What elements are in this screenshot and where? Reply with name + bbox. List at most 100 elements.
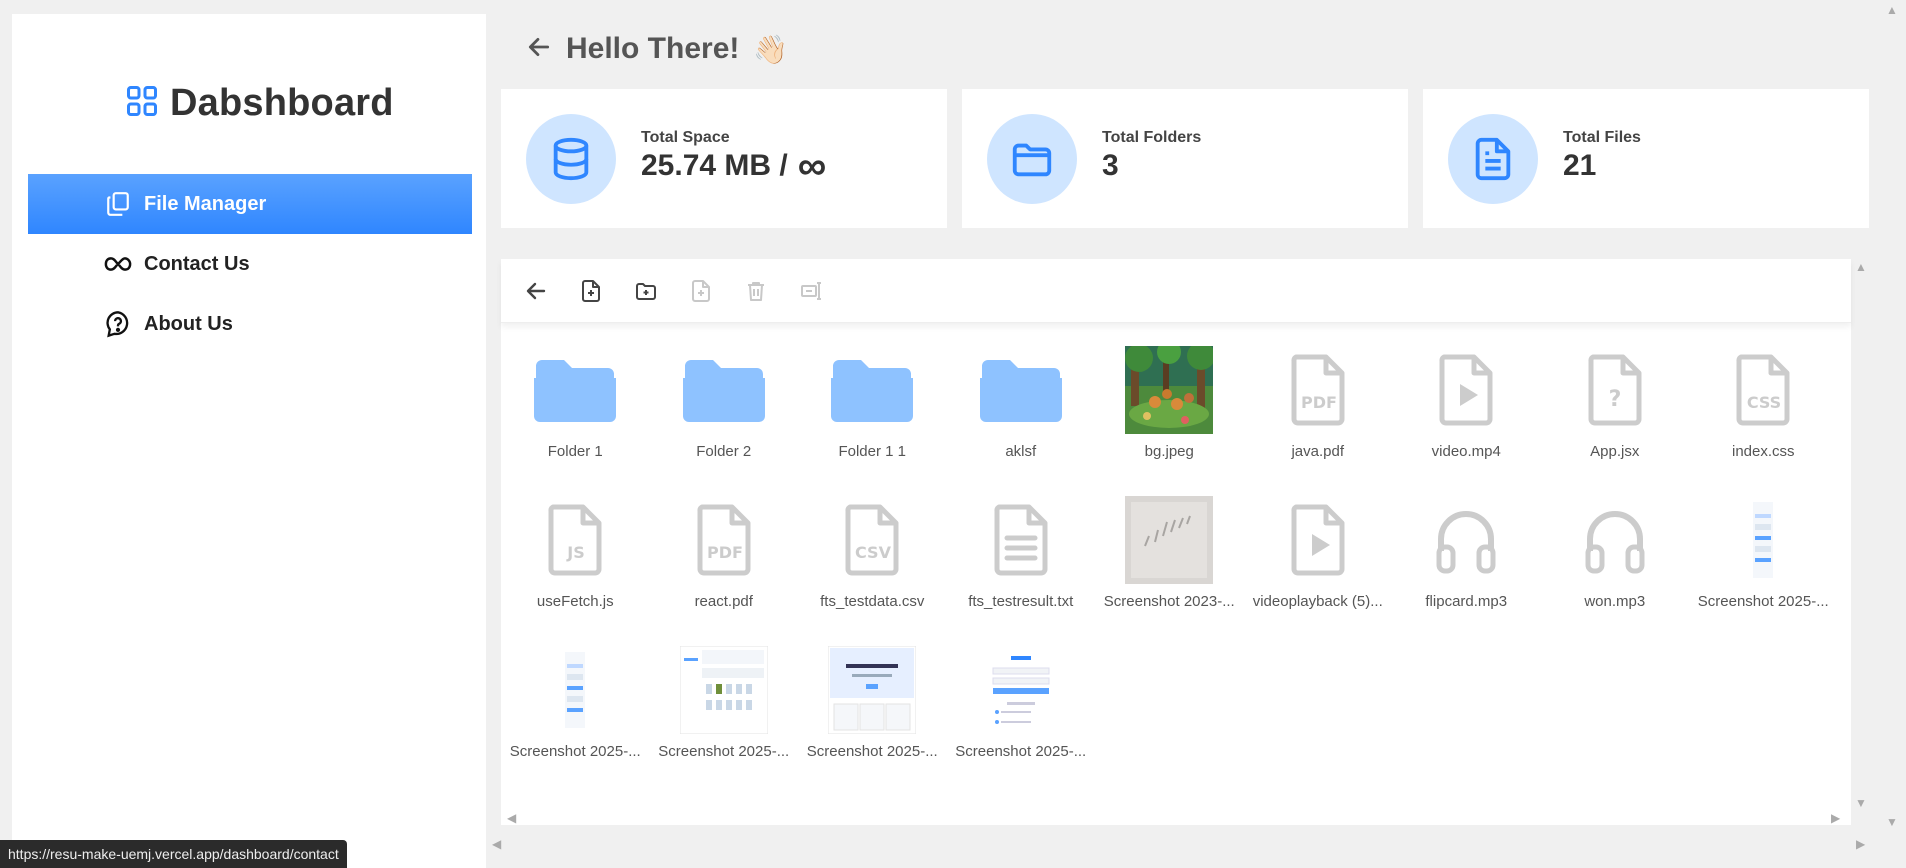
file-item[interactable]: Screenshot 2025-... — [947, 645, 1096, 777]
file-name: won.mp3 — [1584, 593, 1646, 610]
svg-text:CSV: CSV — [855, 543, 892, 562]
file-item[interactable]: PDF java.pdf — [1244, 345, 1393, 477]
image-thumbnail — [530, 645, 620, 735]
folder-item[interactable]: Folder 1 1 — [798, 345, 947, 477]
pdf-file-icon: PDF — [679, 495, 769, 585]
page-scroll-right-icon[interactable]: ▶ — [1856, 838, 1865, 850]
file-item[interactable]: won.mp3 — [1541, 495, 1690, 627]
file-name: fts_testresult.txt — [968, 593, 1074, 610]
unknown-file-icon: ? — [1570, 345, 1660, 435]
scroll-left-icon[interactable]: ◀ — [507, 812, 516, 824]
file-grid-vertical-scrollbar[interactable]: ▲ ▼ — [1851, 259, 1867, 825]
stat-card-total-files: Total Files 21 — [1423, 89, 1869, 228]
file-name: Screenshot 2025-... — [509, 743, 641, 760]
stat-value: 3 — [1102, 149, 1119, 182]
upload-icon — [686, 276, 716, 306]
folder-icon — [987, 114, 1077, 204]
infinity-symbol: ∞ — [797, 144, 827, 188]
file-name: index.css — [1731, 443, 1795, 460]
css-file-icon: CSS — [1718, 345, 1808, 435]
file-name: aklsf — [1005, 443, 1037, 460]
files-icon — [104, 190, 132, 218]
stat-card-total-folders: Total Folders 3 — [962, 89, 1408, 228]
pdf-file-icon: PDF — [1273, 345, 1363, 435]
page-title: Hello There! — [566, 32, 740, 65]
video-file-icon — [1273, 495, 1363, 585]
file-grid-horizontal-scrollbar[interactable]: ◀ ▶ — [501, 810, 1851, 828]
page-horizontal-scrollbar[interactable]: ◀ ▶ — [490, 836, 1870, 854]
folder-icon — [530, 345, 620, 435]
svg-text:PDF: PDF — [707, 543, 743, 562]
file-item[interactable]: bg.jpeg — [1095, 345, 1244, 477]
file-name: Screenshot 2025-... — [806, 743, 938, 760]
back-tool-icon[interactable] — [521, 276, 551, 306]
new-folder-icon[interactable] — [631, 276, 661, 306]
back-arrow-icon[interactable] — [526, 34, 552, 65]
csv-file-icon: CSV — [827, 495, 917, 585]
file-item[interactable]: Screenshot 2025-... — [798, 645, 947, 777]
file-name: Folder 2 — [696, 443, 752, 460]
scroll-up-icon[interactable]: ▲ — [1855, 261, 1867, 273]
stat-value: 25.74 MB / ∞ — [641, 144, 827, 188]
scroll-right-icon[interactable]: ▶ — [1831, 812, 1840, 824]
stat-value-text: 25.74 MB / — [641, 149, 788, 182]
stat-label: Total Folders — [1102, 129, 1202, 146]
svg-text:JS: JS — [567, 543, 585, 562]
delete-icon — [741, 276, 771, 306]
file-grid: Folder 1 Folder 2 Folder 1 1 aklsf bg.jpeg PD… — [501, 345, 1841, 777]
file-item[interactable]: videoplayback (5)... — [1244, 495, 1393, 627]
file-item[interactable]: Screenshot 2025-... — [650, 645, 799, 777]
sidebar-item-about-us[interactable]: About Us — [28, 294, 472, 354]
file-item[interactable]: Screenshot 2025-... — [1689, 495, 1838, 627]
brand[interactable]: Dabshboard — [124, 82, 394, 125]
folder-item[interactable]: Folder 1 — [501, 345, 650, 477]
page-scroll-down-icon[interactable]: ▼ — [1886, 816, 1898, 828]
sidebar-item-label: About Us — [144, 312, 233, 335]
svg-text:CSS: CSS — [1747, 393, 1781, 412]
file-item[interactable]: fts_testresult.txt — [947, 495, 1096, 627]
image-thumbnail — [1124, 495, 1214, 585]
sidebar-item-contact-us[interactable]: Contact Us — [28, 234, 472, 294]
file-name: Folder 1 1 — [838, 443, 907, 460]
page-scroll-left-icon[interactable]: ◀ — [492, 838, 501, 850]
text-file-icon — [976, 495, 1066, 585]
new-file-icon[interactable] — [576, 276, 606, 306]
file-item[interactable]: CSS index.css — [1689, 345, 1838, 477]
sidebar-nav: File Manager Contact Us About Us — [28, 174, 472, 354]
file-name: flipcard.mp3 — [1425, 593, 1508, 610]
file-name: Screenshot 2025-... — [658, 743, 790, 760]
brand-title: Dabshboard — [170, 82, 394, 124]
file-toolbar — [501, 259, 1851, 323]
file-name: video.mp4 — [1431, 443, 1501, 460]
file-item[interactable]: video.mp4 — [1392, 345, 1541, 477]
stat-label: Total Space — [641, 129, 730, 146]
page-vertical-scrollbar[interactable]: ▲ ▼ — [1884, 0, 1900, 840]
image-thumbnail — [976, 645, 1066, 735]
file-item[interactable]: Screenshot 2023-... — [1095, 495, 1244, 627]
file-name: java.pdf — [1291, 443, 1345, 460]
help-icon — [104, 310, 132, 338]
scroll-down-icon[interactable]: ▼ — [1855, 797, 1867, 809]
file-item[interactable]: CSV fts_testdata.csv — [798, 495, 947, 627]
sidebar-item-file-manager[interactable]: File Manager — [28, 174, 472, 234]
database-icon — [526, 114, 616, 204]
image-thumbnail — [679, 645, 769, 735]
page-scroll-up-icon[interactable]: ▲ — [1886, 4, 1898, 16]
sidebar: Dabshboard File Manager Contact Us About… — [12, 14, 486, 868]
stat-value: 21 — [1563, 149, 1597, 182]
folder-item[interactable]: Folder 2 — [650, 345, 799, 477]
stat-label: Total Files — [1563, 129, 1641, 146]
file-name: react.pdf — [694, 593, 753, 610]
file-name: fts_testdata.csv — [820, 593, 925, 610]
sidebar-item-label: Contact Us — [144, 252, 250, 275]
file-item[interactable]: PDF react.pdf — [650, 495, 799, 627]
folder-item[interactable]: aklsf — [947, 345, 1096, 477]
file-item[interactable]: JS useFetch.js — [501, 495, 650, 627]
image-thumbnail — [1124, 345, 1214, 435]
file-name: bg.jpeg — [1144, 443, 1194, 460]
file-name: Screenshot 2025-... — [955, 743, 1087, 760]
image-thumbnail — [1718, 495, 1808, 585]
file-item[interactable]: ? App.jsx — [1541, 345, 1690, 477]
file-item[interactable]: Screenshot 2025-... — [501, 645, 650, 777]
file-item[interactable]: flipcard.mp3 — [1392, 495, 1541, 627]
